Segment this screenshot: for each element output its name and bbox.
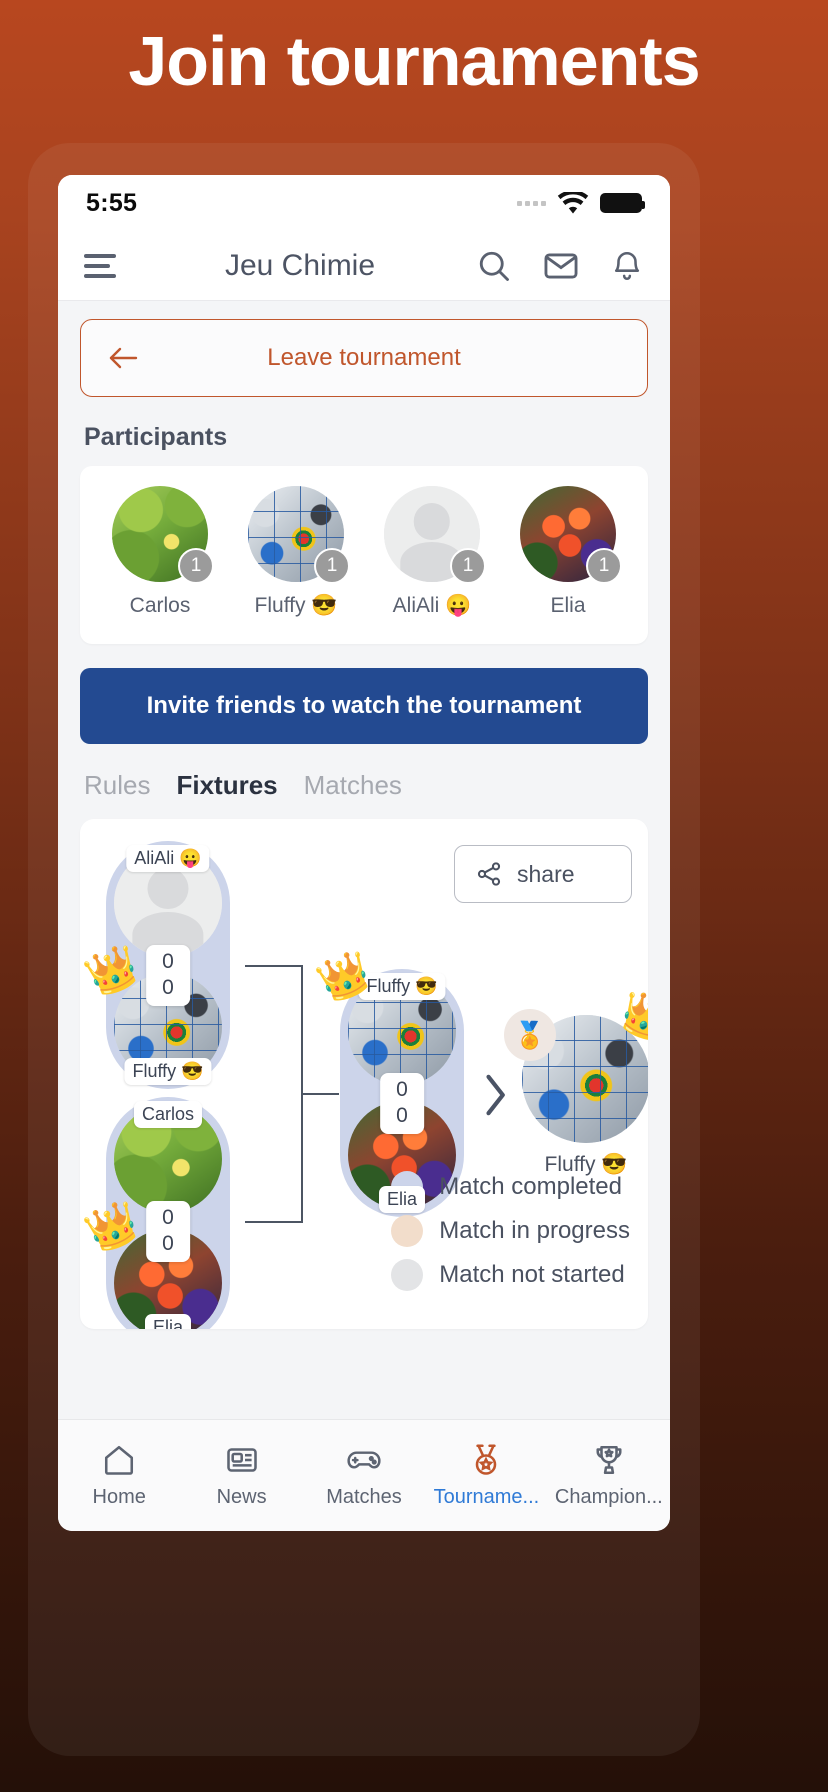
bracket-player-name: Elia bbox=[144, 1314, 192, 1329]
nav-item-tournaments[interactable]: Tourname... bbox=[425, 1442, 547, 1509]
tab-rules[interactable]: Rules bbox=[84, 770, 150, 801]
legend-label: Match in progress bbox=[439, 1217, 630, 1244]
signal-dots-icon bbox=[517, 200, 546, 206]
bracket-player-name: Elia bbox=[378, 1186, 426, 1213]
invite-friends-button[interactable]: Invite friends to watch the tournament bbox=[80, 668, 648, 744]
nav-item-news[interactable]: News bbox=[180, 1442, 302, 1509]
phone-frame: 5:55 Jeu Chimie Leave tournament Partici… bbox=[28, 143, 700, 1756]
bracket-score: 0 0 bbox=[146, 1201, 190, 1262]
leave-tournament-button[interactable]: Leave tournament bbox=[80, 319, 648, 397]
participant-name: Elia bbox=[550, 594, 586, 617]
hamburger-menu-icon[interactable] bbox=[84, 253, 118, 278]
home-icon bbox=[105, 1445, 134, 1475]
nav-label: Tourname... bbox=[433, 1486, 540, 1508]
bracket-legend: Match completed Match in progress Match … bbox=[391, 1171, 630, 1303]
tab-bar: Rules Fixtures Matches bbox=[84, 770, 648, 801]
app-header: Jeu Chimie bbox=[58, 231, 670, 301]
legend-swatch bbox=[391, 1259, 424, 1291]
participant-item[interactable]: 1 Carlos bbox=[100, 486, 220, 618]
legend-swatch bbox=[391, 1215, 424, 1247]
participant-name: AliAli 😛 bbox=[392, 594, 472, 617]
participant-item[interactable]: 1 AliAli 😛 bbox=[372, 486, 492, 618]
chevron-right-icon bbox=[486, 1074, 505, 1116]
bracket-score: 0 0 bbox=[146, 945, 190, 1006]
tab-matches[interactable]: Matches bbox=[304, 770, 402, 801]
share-label: share bbox=[517, 860, 575, 887]
nav-label: Champion... bbox=[554, 1486, 663, 1508]
header-actions bbox=[476, 247, 644, 285]
page-title: Jeu Chimie bbox=[224, 248, 376, 282]
medal-icon bbox=[476, 1444, 497, 1475]
main-content: Leave tournament Participants 1 Carlos 1 bbox=[58, 301, 670, 1419]
participant-item[interactable]: 1 Fluffy 😎 bbox=[236, 486, 356, 618]
participant-name: Fluffy 😎 bbox=[254, 594, 338, 617]
avatar: 1 bbox=[384, 486, 486, 584]
share-button[interactable]: share bbox=[454, 845, 632, 903]
bell-icon[interactable] bbox=[610, 249, 644, 283]
participant-badge: 1 bbox=[586, 548, 622, 584]
mail-icon[interactable] bbox=[542, 247, 580, 285]
phone-screen: 5:55 Jeu Chimie Leave tournament Partici… bbox=[58, 175, 670, 1531]
tab-fixtures[interactable]: Fixtures bbox=[176, 770, 277, 801]
fixtures-bracket: share AliAli 😛 Fluffy 😎 👑 0 0 Carlos Eli… bbox=[80, 819, 648, 1329]
gamepad-icon bbox=[347, 1451, 381, 1469]
participants-card: 1 Carlos 1 Fluffy 😎 1 AliAli 😛 1 Elia bbox=[80, 466, 648, 644]
bottom-navigation: Home News Matches Tourname... Champion..… bbox=[58, 1419, 670, 1531]
status-indicators bbox=[517, 191, 645, 215]
arrow-left-icon bbox=[107, 345, 139, 371]
status-bar: 5:55 bbox=[58, 175, 670, 231]
participants-heading: Participants bbox=[84, 423, 228, 451]
bracket-match-r1-2[interactable]: Carlos Elia 👑 0 0 bbox=[80, 1097, 230, 1329]
nav-item-championships[interactable]: Champion... bbox=[548, 1442, 670, 1509]
leave-tournament-label: Leave tournament bbox=[267, 344, 461, 371]
participant-name: Carlos bbox=[129, 594, 191, 617]
participant-badge: 1 bbox=[314, 548, 350, 584]
bracket-connector bbox=[301, 1093, 339, 1095]
nav-item-home[interactable]: Home bbox=[58, 1442, 180, 1509]
medal-icon: 🏅 bbox=[504, 1009, 556, 1061]
avatar: 1 bbox=[112, 486, 214, 584]
wifi-icon bbox=[557, 191, 589, 213]
legend-item-in-progress: Match in progress bbox=[391, 1215, 630, 1247]
share-icon bbox=[477, 862, 501, 886]
status-time: 5:55 bbox=[86, 188, 138, 217]
avatar: 1 bbox=[248, 486, 350, 584]
promo-headline: Join tournaments bbox=[128, 22, 700, 100]
bracket-player-name: Fluffy 😎 bbox=[124, 1058, 212, 1085]
avatar: 1 bbox=[520, 486, 622, 584]
nav-label: News bbox=[216, 1486, 267, 1508]
legend-item-not-started: Match not started bbox=[391, 1259, 630, 1291]
search-icon[interactable] bbox=[476, 248, 512, 284]
participant-item[interactable]: 1 Elia bbox=[508, 486, 628, 618]
legend-label: Match completed bbox=[439, 1173, 623, 1200]
bracket-match-r1-1[interactable]: AliAli 😛 Fluffy 😎 👑 0 0 bbox=[80, 841, 230, 1089]
bracket-connector bbox=[245, 1221, 303, 1223]
bracket-player-name: Carlos bbox=[133, 1101, 203, 1128]
nav-label: Matches bbox=[326, 1486, 402, 1508]
legend-label: Match not started bbox=[439, 1261, 625, 1288]
battery-full-icon bbox=[600, 193, 645, 213]
nav-label: Home bbox=[92, 1486, 146, 1508]
bracket-champion[interactable]: 🏅 👑 Fluffy 😎 bbox=[504, 986, 648, 1176]
legend-item-completed: Match completed bbox=[391, 1171, 630, 1203]
participant-badge: 1 bbox=[178, 548, 214, 584]
bracket-score: 0 0 bbox=[380, 1073, 424, 1134]
bracket-connector bbox=[245, 965, 303, 967]
trophy-icon bbox=[596, 1445, 622, 1475]
nav-item-matches[interactable]: Matches bbox=[303, 1442, 425, 1509]
participant-badge: 1 bbox=[450, 548, 486, 584]
bracket-player-name: AliAli 😛 bbox=[126, 845, 210, 872]
news-icon bbox=[226, 1448, 257, 1472]
